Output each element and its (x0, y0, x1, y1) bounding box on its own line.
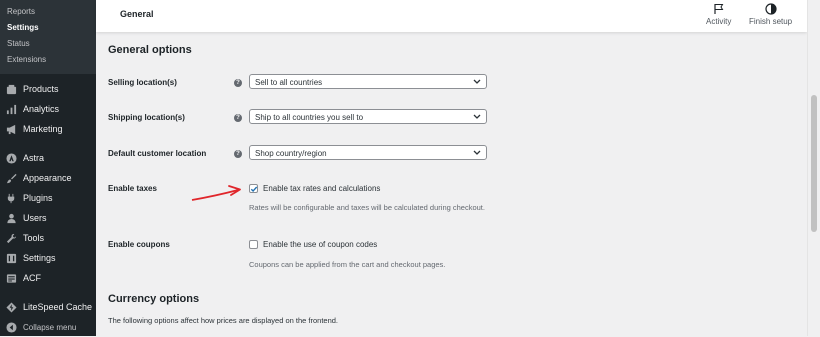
page-scrollbar[interactable] (807, 0, 820, 336)
page-title: General (120, 9, 154, 19)
settings-icon (6, 253, 17, 264)
submenu-item-settings[interactable]: Settings (0, 20, 96, 36)
shipping-location-select[interactable]: Ship to all countries you sell to (249, 109, 487, 124)
enable-coupons-checkbox-label[interactable]: Enable the use of coupon codes (263, 240, 377, 249)
help-icon[interactable]: ? (234, 114, 242, 122)
sidebar-item-settings[interactable]: Settings (0, 248, 96, 268)
sidebar-item-label: Settings (23, 253, 56, 263)
default-customer-location-value: Shop country/region (255, 149, 327, 158)
collapse-menu-label: Collapse menu (23, 322, 77, 332)
selling-location-select[interactable]: Sell to all countries (249, 74, 487, 89)
sidebar-item-tools[interactable]: Tools (0, 228, 96, 248)
sidebar-item-plugins[interactable]: Plugins (0, 188, 96, 208)
chevron-down-icon (473, 79, 481, 84)
woocommerce-submenu: Reports Settings Status Extensions (0, 0, 96, 74)
analytics-icon (6, 104, 17, 115)
sidebar-item-astra[interactable]: Astra (0, 148, 96, 168)
paintbrush-icon (6, 173, 17, 184)
sidebar-item-appearance[interactable]: Appearance (0, 168, 96, 188)
sidebar-item-label: Astra (23, 153, 45, 163)
scrollbar-thumb[interactable] (811, 95, 817, 232)
submenu-item-extensions[interactable]: Extensions (0, 52, 96, 68)
general-options-heading: General options (108, 44, 192, 56)
litespeed-icon (6, 301, 17, 313)
sidebar-item-label: Appearance (23, 173, 72, 183)
collapse-menu-button[interactable]: Collapse menu (0, 317, 96, 337)
settings-content: General options Selling location(s) ? Se… (96, 32, 807, 336)
checkmark-icon (250, 186, 258, 193)
selling-location-value: Sell to all countries (255, 78, 323, 87)
finish-setup-button[interactable]: Finish setup (749, 3, 792, 26)
default-customer-location-select[interactable]: Shop country/region (249, 145, 487, 160)
plug-icon (6, 193, 17, 204)
enable-taxes-checkbox-label[interactable]: Enable tax rates and calculations (263, 184, 380, 193)
submenu-item-reports[interactable]: Reports (0, 4, 96, 20)
enable-coupons-label: Enable coupons (108, 240, 170, 249)
enable-coupons-description: Coupons can be applied from the cart and… (249, 260, 446, 269)
megaphone-icon (6, 124, 17, 135)
default-customer-location-label: Default customer location (108, 149, 207, 158)
products-icon (6, 84, 17, 95)
sidebar-item-products[interactable]: Products (0, 79, 96, 99)
activity-label: Activity (706, 17, 732, 26)
sidebar-item-label: Tools (23, 233, 45, 243)
collapse-icon (6, 321, 17, 333)
enable-coupons-checkbox[interactable] (249, 240, 258, 249)
progress-circle-icon (764, 3, 777, 15)
currency-options-heading: Currency options (108, 293, 200, 305)
admin-sidebar: Reports Settings Status Extensions Produ… (0, 0, 96, 336)
sidebar-item-label: ACF (23, 273, 41, 283)
woocommerce-header: General Activity Finish setup (96, 0, 807, 32)
sidebar-item-label: Users (23, 213, 47, 223)
users-icon (6, 213, 17, 224)
help-icon[interactable]: ? (234, 79, 242, 87)
sidebar-item-analytics[interactable]: Analytics (0, 99, 96, 119)
sidebar-item-label: Plugins (23, 193, 53, 203)
sidebar-item-acf[interactable]: ACF (0, 268, 96, 288)
enable-taxes-label: Enable taxes (108, 184, 157, 193)
wrench-icon (6, 233, 17, 244)
shipping-location-label: Shipping location(s) (108, 113, 185, 122)
sidebar-item-label: Marketing (23, 124, 63, 134)
activity-button[interactable]: Activity (706, 3, 731, 26)
help-icon[interactable]: ? (234, 150, 242, 158)
astra-icon (6, 152, 17, 164)
selling-location-label: Selling location(s) (108, 78, 177, 87)
shipping-location-value: Ship to all countries you sell to (255, 113, 364, 122)
sidebar-item-marketing[interactable]: Marketing (0, 119, 96, 139)
sidebar-item-users[interactable]: Users (0, 208, 96, 228)
currency-options-description: The following options affect how prices … (108, 316, 339, 325)
enable-taxes-description: Rates will be configurable and taxes wil… (249, 203, 485, 212)
sidebar-item-label: LiteSpeed Cache (23, 302, 93, 312)
flag-icon (714, 4, 724, 14)
sidebar-item-label: Products (23, 84, 59, 94)
chevron-down-icon (473, 114, 481, 119)
finish-setup-label: Finish setup (749, 17, 793, 26)
sidebar-item-label: Analytics (23, 104, 60, 114)
submenu-item-status[interactable]: Status (0, 36, 96, 52)
enable-taxes-checkbox[interactable] (249, 184, 258, 193)
acf-icon (6, 273, 17, 284)
chevron-down-icon (473, 150, 481, 155)
sidebar-item-litespeed-cache[interactable]: LiteSpeed Cache (0, 297, 96, 317)
